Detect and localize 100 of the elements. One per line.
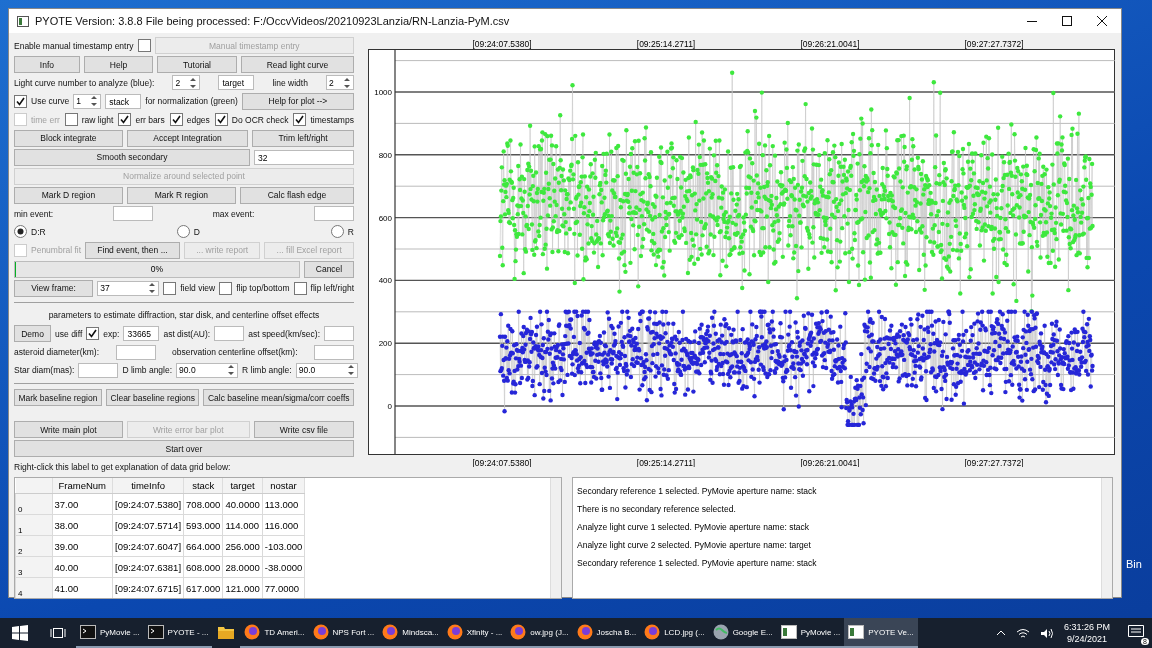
- text-field[interactable]: [78, 362, 119, 378]
- text-field[interactable]: [314, 206, 354, 222]
- action-button[interactable]: Trim left/right: [252, 129, 354, 147]
- action-button[interactable]: Tutorial: [157, 56, 237, 73]
- checkbox-label[interactable]: Use curve: [31, 96, 70, 107]
- taskbar-button[interactable]: PYOTE Ve...: [844, 618, 918, 648]
- table-cell: 593.000: [183, 514, 223, 536]
- checkbox-label[interactable]: raw light: [81, 114, 114, 125]
- action-button[interactable]: Mark D region: [14, 186, 123, 204]
- action-button[interactable]: Clear baseline regions: [105, 389, 200, 407]
- radio-label[interactable]: R: [347, 226, 354, 237]
- scrollbar[interactable]: [550, 478, 561, 598]
- checkbox[interactable]: [214, 113, 228, 127]
- taskbar-button[interactable]: ow.jpg (J...: [506, 618, 573, 648]
- checkbox-label[interactable]: timestamps: [310, 114, 354, 125]
- checkbox-label[interactable]: flip left/right: [310, 283, 354, 294]
- task-view-icon[interactable]: [50, 626, 66, 640]
- action-button[interactable]: Read light curve: [240, 56, 354, 73]
- taskbar-button[interactable]: TD Ameri...: [240, 618, 309, 648]
- close-icon[interactable]: [1097, 16, 1107, 26]
- spin-box[interactable]: 1: [73, 93, 102, 109]
- text-field[interactable]: 32: [254, 149, 354, 165]
- column-header[interactable]: stack: [183, 478, 223, 494]
- scrollbar[interactable]: [1101, 478, 1112, 598]
- text-field[interactable]: [115, 344, 156, 360]
- row-header[interactable]: 3: [15, 556, 52, 578]
- action-button[interactable]: Find event, then ...: [85, 241, 180, 259]
- action-button[interactable]: Cancel: [304, 260, 354, 278]
- checkbox[interactable]: [14, 94, 27, 108]
- checkbox[interactable]: [163, 281, 177, 295]
- action-button[interactable]: Info: [14, 56, 80, 73]
- action-button[interactable]: Write main plot: [14, 421, 123, 439]
- taskbar-button[interactable]: NPS Fort ...: [308, 618, 379, 648]
- checkbox-label[interactable]: err bars: [135, 114, 165, 125]
- text-field[interactable]: stack: [105, 93, 142, 109]
- checkbox[interactable]: [137, 39, 151, 52]
- taskbar-button[interactable]: Joscha B...: [572, 618, 641, 648]
- taskbar-button[interactable]: PyMovie ...: [76, 618, 144, 648]
- action-button[interactable]: Start over: [14, 440, 354, 458]
- row-header[interactable]: 4: [15, 577, 52, 598]
- text-field[interactable]: target: [218, 75, 255, 91]
- column-header[interactable]: timeInfo: [112, 478, 184, 494]
- start-icon[interactable]: [12, 625, 28, 641]
- row-header[interactable]: 2: [15, 535, 52, 557]
- action-button[interactable]: Help: [83, 56, 154, 73]
- checkbox[interactable]: [293, 113, 307, 127]
- row-header[interactable]: 1: [15, 514, 52, 536]
- radio-label[interactable]: D: [193, 226, 200, 237]
- wifi-icon[interactable]: [1015, 627, 1030, 639]
- taskbar-button[interactable]: PYOTE - ...: [143, 618, 213, 648]
- action-button[interactable]: Accept Integration: [126, 129, 249, 147]
- chevron-up-icon[interactable]: [995, 630, 1006, 636]
- action-button[interactable]: Calc baseline mean/sigma/corr coeffs: [203, 389, 354, 407]
- desktop-icon-label[interactable]: Bin: [1126, 558, 1142, 570]
- checkbox[interactable]: [64, 113, 78, 127]
- action-button[interactable]: View frame:: [14, 279, 94, 297]
- spin-box[interactable]: 2: [325, 75, 354, 91]
- action-button[interactable]: Smooth secondary: [14, 148, 250, 166]
- radio-button[interactable]: [14, 225, 27, 239]
- column-header[interactable]: nostar: [262, 478, 305, 494]
- spin-box[interactable]: 90.0: [295, 362, 358, 378]
- clock-time[interactable]: 6:31:26 PM: [1063, 621, 1110, 633]
- checkbox-label[interactable]: edges: [186, 114, 210, 125]
- taskbar-button[interactable]: LCD.jpg (...: [640, 618, 709, 648]
- radio-label[interactable]: D:R: [31, 226, 46, 237]
- column-header[interactable]: target: [222, 478, 263, 494]
- text-field[interactable]: [324, 326, 354, 342]
- row-header[interactable]: 0: [15, 493, 52, 515]
- action-button[interactable]: Block integrate: [14, 129, 123, 147]
- action-button[interactable]: Mark baseline region: [14, 389, 102, 407]
- taskbar-button[interactable]: Google E...: [708, 618, 777, 648]
- checkbox[interactable]: [293, 281, 307, 295]
- action-button[interactable]: Calc flash edge: [239, 186, 354, 204]
- notification-icon[interactable]: [1128, 625, 1144, 639]
- radio-button[interactable]: [176, 225, 190, 239]
- text-field[interactable]: [112, 206, 153, 222]
- text-field[interactable]: [214, 326, 245, 342]
- checkbox-label[interactable]: flip top/bottom: [236, 283, 290, 294]
- clock-date[interactable]: 9/24/2021: [1066, 633, 1107, 645]
- checkbox[interactable]: [118, 113, 132, 127]
- taskbar-button[interactable]: Mindsca...: [378, 618, 443, 648]
- checkbox[interactable]: [219, 281, 233, 295]
- spin-box[interactable]: 90.0: [176, 362, 239, 378]
- action-button[interactable]: Help for plot -->: [241, 92, 354, 110]
- text-field[interactable]: [314, 344, 354, 360]
- radio-button[interactable]: [330, 225, 344, 239]
- checkbox-label[interactable]: field view: [180, 283, 216, 294]
- spin-box[interactable]: 2: [172, 75, 201, 91]
- speaker-icon[interactable]: [1039, 627, 1054, 639]
- action-button[interactable]: Mark R region: [126, 186, 236, 204]
- checkbox-label[interactable]: Do OCR check: [231, 114, 289, 125]
- spin-box[interactable]: 37: [97, 280, 160, 296]
- checkbox[interactable]: [169, 113, 183, 127]
- checkbox[interactable]: [86, 327, 100, 341]
- action-button[interactable]: Demo: [14, 325, 52, 343]
- maximize-icon[interactable]: [1062, 16, 1072, 26]
- taskbar-button[interactable]: Xfinity - ...: [442, 618, 507, 648]
- action-button[interactable]: Write csv file: [253, 421, 354, 439]
- column-header[interactable]: FrameNum: [52, 478, 113, 494]
- text-field[interactable]: 33665: [123, 326, 160, 342]
